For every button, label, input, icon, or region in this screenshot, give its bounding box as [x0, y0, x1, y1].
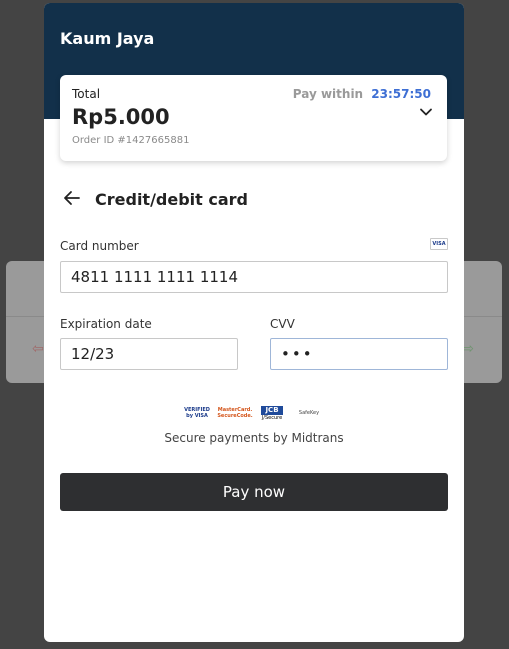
chevron-down-icon[interactable] [419, 105, 433, 119]
mastercard-securecode-logo: MasterCard. SecureCode. [217, 405, 252, 421]
order-id: Order ID #1427665881 [72, 135, 190, 146]
payment-method-title: Credit/debit card [95, 190, 248, 209]
cvv-input[interactable]: ••• [270, 338, 448, 370]
total-amount: Rp5.000 [72, 105, 170, 129]
logo-line: by VISA [186, 413, 208, 419]
pay-now-button[interactable]: Pay now [60, 473, 448, 511]
logo-line: JCB [261, 405, 283, 415]
secure-payments-text: Secure payments by Midtrans [164, 431, 344, 445]
back-arrow-icon[interactable] [62, 188, 82, 208]
countdown-timer: 23:57:50 [371, 87, 431, 101]
payment-modal: Kaum Jaya Total Rp5.000 Order ID #142766… [44, 3, 464, 642]
jcb-logo: JCB J/Secure [260, 405, 284, 421]
order-summary-card[interactable]: Total Rp5.000 Order ID #1427665881 Pay w… [60, 75, 447, 161]
card-number-input[interactable]: 4811 1111 1111 1114 [60, 261, 448, 293]
safekey-logo: SafeKey [296, 405, 322, 421]
verified-by-visa-logo: VERIFIED by VISA [184, 405, 210, 421]
total-label: Total [72, 87, 101, 101]
cvv-label: CVV [270, 317, 295, 331]
background-left-arrow-icon: ⇦ [32, 341, 44, 357]
visa-icon: VISA [430, 238, 448, 250]
logo-line: J/Secure [261, 414, 283, 421]
expiration-date-label: Expiration date [60, 317, 152, 331]
merchant-name: Kaum Jaya [60, 29, 155, 48]
expiration-date-input[interactable]: 12/23 [60, 338, 238, 370]
pay-within: Pay within 23:57:50 [293, 87, 431, 101]
logo-line: SecureCode. [217, 413, 253, 419]
card-number-label: Card number [60, 239, 139, 253]
security-logos: VERIFIED by VISA MasterCard. SecureCode.… [184, 405, 322, 421]
logo-line: SafeKey [298, 410, 320, 416]
pay-within-label: Pay within [292, 87, 364, 101]
background-right-arrow-icon: ⇨ [462, 341, 474, 357]
